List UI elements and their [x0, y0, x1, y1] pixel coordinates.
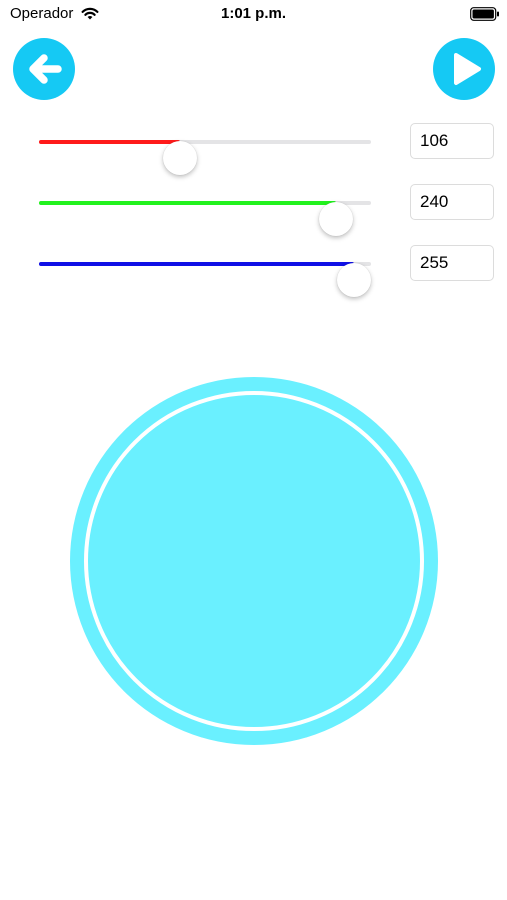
green-slider-fill: [39, 201, 337, 205]
blue-slider-track[interactable]: [39, 262, 371, 297]
green-slider-row: [0, 183, 507, 236]
red-slider-fill: [39, 140, 180, 144]
red-slider-thumb[interactable]: [162, 141, 197, 175]
blue-slider-thumb[interactable]: [337, 263, 371, 297]
color-preview: [70, 377, 438, 745]
play-button[interactable]: [433, 38, 495, 100]
status-time: 1:01 p.m.: [220, 5, 287, 22]
green-slider-thumb[interactable]: [319, 202, 354, 236]
blue-slider-row: [0, 244, 507, 297]
blue-slider-fill: [39, 262, 354, 266]
red-slider-track[interactable]: [39, 140, 371, 175]
red-value-field[interactable]: [410, 123, 494, 159]
color-preview-fill: [92, 399, 416, 723]
color-preview-ring: [84, 391, 424, 731]
blue-value-field[interactable]: [410, 245, 494, 281]
battery-icon: [470, 7, 499, 21]
play-icon: [454, 53, 481, 85]
arrow-left-icon: [29, 54, 62, 84]
back-button[interactable]: [13, 38, 75, 100]
status-bar: Operador 1:01 p.m.: [0, 0, 507, 28]
green-slider-track[interactable]: [39, 201, 371, 236]
red-slider-row: [0, 122, 507, 175]
green-value-field[interactable]: [410, 184, 494, 220]
